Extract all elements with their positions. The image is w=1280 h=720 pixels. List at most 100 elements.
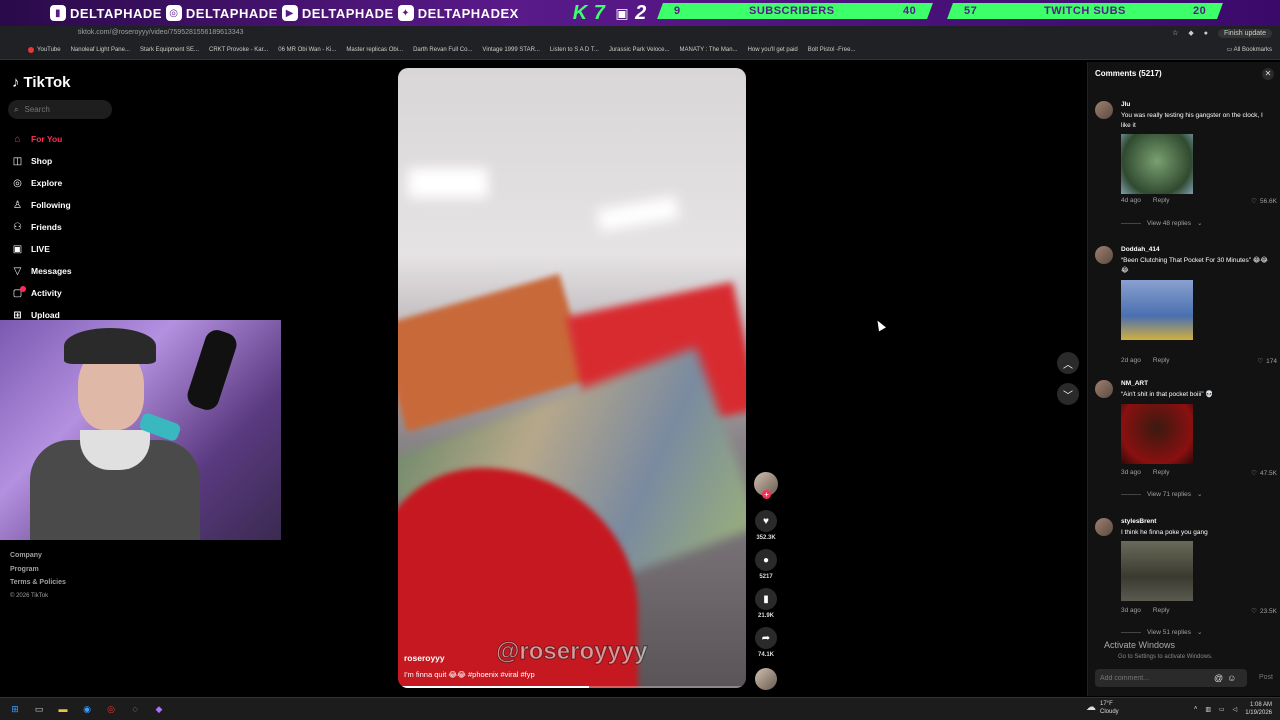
chat-bubble-icon: ▣ xyxy=(615,4,630,21)
bookmark-item[interactable]: Bolt Pistol -Free... xyxy=(808,47,856,53)
comment-like-button[interactable]: ♡ 23.5K xyxy=(1251,607,1277,616)
close-icon: ✕ xyxy=(1264,69,1272,78)
video-player[interactable]: @roseroyyyy roseroyyy I'm finna quit 😂😂 … xyxy=(398,68,746,688)
weather-widget[interactable]: ☁ 17°F Cloudy xyxy=(1086,700,1119,716)
view-replies-button[interactable]: View 51 replies ⌄ xyxy=(1121,628,1202,636)
sidebar-item-activity[interactable]: ▢ Activity xyxy=(12,282,122,304)
sidebar-nav: ⌂ For You ◫ Shop ◎ Explore ♙ Following ⚇ Frie… xyxy=(12,128,122,326)
add-comment-box[interactable]: @ ☺ xyxy=(1095,669,1247,687)
finish-update-button[interactable]: Finish update xyxy=(1217,28,1272,38)
comment-like-button[interactable]: ♡ 47.5K xyxy=(1251,469,1277,478)
footer-link-company[interactable]: Company xyxy=(10,549,66,563)
compass-icon: ◎ xyxy=(13,177,22,189)
comment-input[interactable] xyxy=(1100,674,1210,682)
chevron-up-icon[interactable]: ˄ xyxy=(1194,706,1198,712)
comment-image[interactable] xyxy=(1121,541,1193,601)
mention-icon[interactable]: @ xyxy=(1214,673,1223,683)
reply-button[interactable]: Reply xyxy=(1153,197,1170,204)
speaker-icon[interactable]: ◁ xyxy=(1233,706,1238,713)
bookmark-item[interactable]: Nanoleaf Light Pane... xyxy=(71,47,130,53)
comment-image[interactable] xyxy=(1121,134,1193,194)
display-icon[interactable]: ▭ xyxy=(1219,706,1225,713)
bookmark-item[interactable]: MANATY : The Man... xyxy=(680,47,738,53)
avatar[interactable] xyxy=(1095,380,1113,398)
next-video-button[interactable]: ﹀ xyxy=(1057,383,1079,405)
windows-start-icon[interactable]: ⊞ xyxy=(8,702,22,716)
task-view-icon[interactable]: ▭ xyxy=(32,702,46,716)
clock[interactable]: 1:08 AM 1/19/2026 xyxy=(1245,701,1272,717)
twitch-subs-goal-bar: 57 TWITCH SUBS 20 xyxy=(947,3,1223,19)
share-button[interactable]: ➦ xyxy=(755,627,777,649)
comment-item: NM_ART “Ain't shit in that pocket boiii”… xyxy=(1095,380,1280,510)
avatar[interactable] xyxy=(1095,101,1113,119)
close-comments-button[interactable]: ✕ xyxy=(1262,68,1274,80)
bookmark-item[interactable]: Vintage 1999 STAR... xyxy=(482,47,539,53)
sidebar-item-for-you[interactable]: ⌂ For You xyxy=(12,128,122,150)
sidebar-item-friends[interactable]: ⚇ Friends xyxy=(12,216,122,238)
sidebar-item-live[interactable]: ▣ LIVE xyxy=(12,238,122,260)
chrome-icon[interactable]: ◎ xyxy=(104,702,118,716)
video-frame-detail xyxy=(408,168,488,198)
save-button[interactable]: ▮ xyxy=(755,588,777,610)
video-username[interactable]: roseroyyy xyxy=(404,653,445,663)
bookmark-item[interactable]: 06 MR Obi Wan - Ki... xyxy=(278,47,336,53)
discord-icon[interactable]: ◆ xyxy=(152,702,166,716)
search-input[interactable] xyxy=(24,105,105,114)
comment-username[interactable]: NM_ART xyxy=(1121,380,1148,387)
bookmark-item[interactable]: How you'll get paid xyxy=(748,47,798,53)
bookmark-item[interactable]: YouTube xyxy=(28,46,61,53)
comment-username[interactable]: Doddah_414 xyxy=(1121,246,1160,253)
view-replies-button[interactable]: View 71 replies ⌄ xyxy=(1121,490,1202,498)
view-replies-button[interactable]: View 48 replies ⌄ xyxy=(1121,219,1202,227)
music-disc[interactable] xyxy=(755,668,777,690)
twitch-icon: ▮ xyxy=(50,5,66,21)
sidebar-item-messages[interactable]: ▽ Messages xyxy=(12,260,122,282)
comment-username[interactable]: stylesBrent xyxy=(1121,518,1156,525)
weather-cloud-icon: ☁ xyxy=(1086,702,1096,713)
bookmark-item[interactable]: Stark Equipment SE... xyxy=(140,47,199,53)
sidebar-item-following[interactable]: ♙ Following xyxy=(12,194,122,216)
comment-username[interactable]: Jlu xyxy=(1121,101,1130,108)
footer-link-program[interactable]: Program xyxy=(10,563,66,577)
comment-image[interactable] xyxy=(1121,404,1193,464)
footer-copyright: © 2026 TikTok xyxy=(10,592,49,599)
sidebar-item-shop[interactable]: ◫ Shop xyxy=(12,150,122,172)
star-icon[interactable]: ☆ xyxy=(1172,29,1178,37)
bookmark-item[interactable]: Darth Revan Full Co... xyxy=(413,47,472,53)
extension-icon[interactable]: ◆ xyxy=(1188,29,1193,37)
bookmark-item[interactable]: Listen to S A D T... xyxy=(550,47,599,53)
post-comment-button[interactable]: Post xyxy=(1259,674,1273,681)
profile-icon[interactable]: ● xyxy=(1204,30,1208,37)
comment-like-button[interactable]: ♡ 174 xyxy=(1257,357,1277,366)
comment-button[interactable]: ● xyxy=(755,549,777,571)
like-button[interactable]: ♥ xyxy=(755,510,777,532)
steam-icon[interactable]: ◉ xyxy=(80,702,94,716)
comment-like-button[interactable]: ♡ 56.6K xyxy=(1251,197,1277,206)
avatar[interactable] xyxy=(1095,246,1113,264)
reply-button[interactable]: Reply xyxy=(1153,607,1170,614)
reply-button[interactable]: Reply xyxy=(1153,357,1170,364)
all-bookmarks-button[interactable]: ▭ All Bookmarks xyxy=(1227,46,1272,53)
bookmark-item[interactable]: Master replicas Obi... xyxy=(346,47,403,53)
follow-plus-icon[interactable]: + xyxy=(762,490,771,499)
sidebar-item-explore[interactable]: ◎ Explore xyxy=(12,172,122,194)
previous-video-button[interactable]: ︿ xyxy=(1057,352,1079,374)
comment-text: “Ain't shit in that pocket boiii” 💀 xyxy=(1121,391,1214,398)
footer-link-terms[interactable]: Terms & Policies xyxy=(10,576,66,590)
avatar[interactable] xyxy=(1095,518,1113,536)
obs-icon[interactable]: ◌ xyxy=(128,702,142,716)
screen: ▮ DELTAPHADE ◎ DELTAPHADE ▶ DELTAPHADE ✦ DEL… xyxy=(0,0,1280,720)
search-box[interactable]: ⌕ xyxy=(8,100,112,119)
instagram-icon: ◎ xyxy=(165,5,182,21)
creator-avatar[interactable]: + xyxy=(754,472,778,499)
file-explorer-icon[interactable]: ▬ xyxy=(56,702,70,716)
reply-button[interactable]: Reply xyxy=(1153,469,1170,476)
tiktok-logo[interactable]: ♪ TikTok xyxy=(12,74,70,91)
bookmark-item[interactable]: Jurassic Park Veloce... xyxy=(609,47,670,53)
emoji-icon[interactable]: ☺ xyxy=(1227,673,1236,683)
address-bar[interactable]: tiktok.com/@roseroyyy/video/759528155618… xyxy=(0,26,1280,40)
video-progress-bar[interactable] xyxy=(398,686,746,688)
network-icon[interactable]: ▥ xyxy=(1205,706,1211,713)
bookmark-item[interactable]: CRKT Provoke - Kar... xyxy=(209,47,268,53)
comment-image[interactable] xyxy=(1121,280,1193,340)
